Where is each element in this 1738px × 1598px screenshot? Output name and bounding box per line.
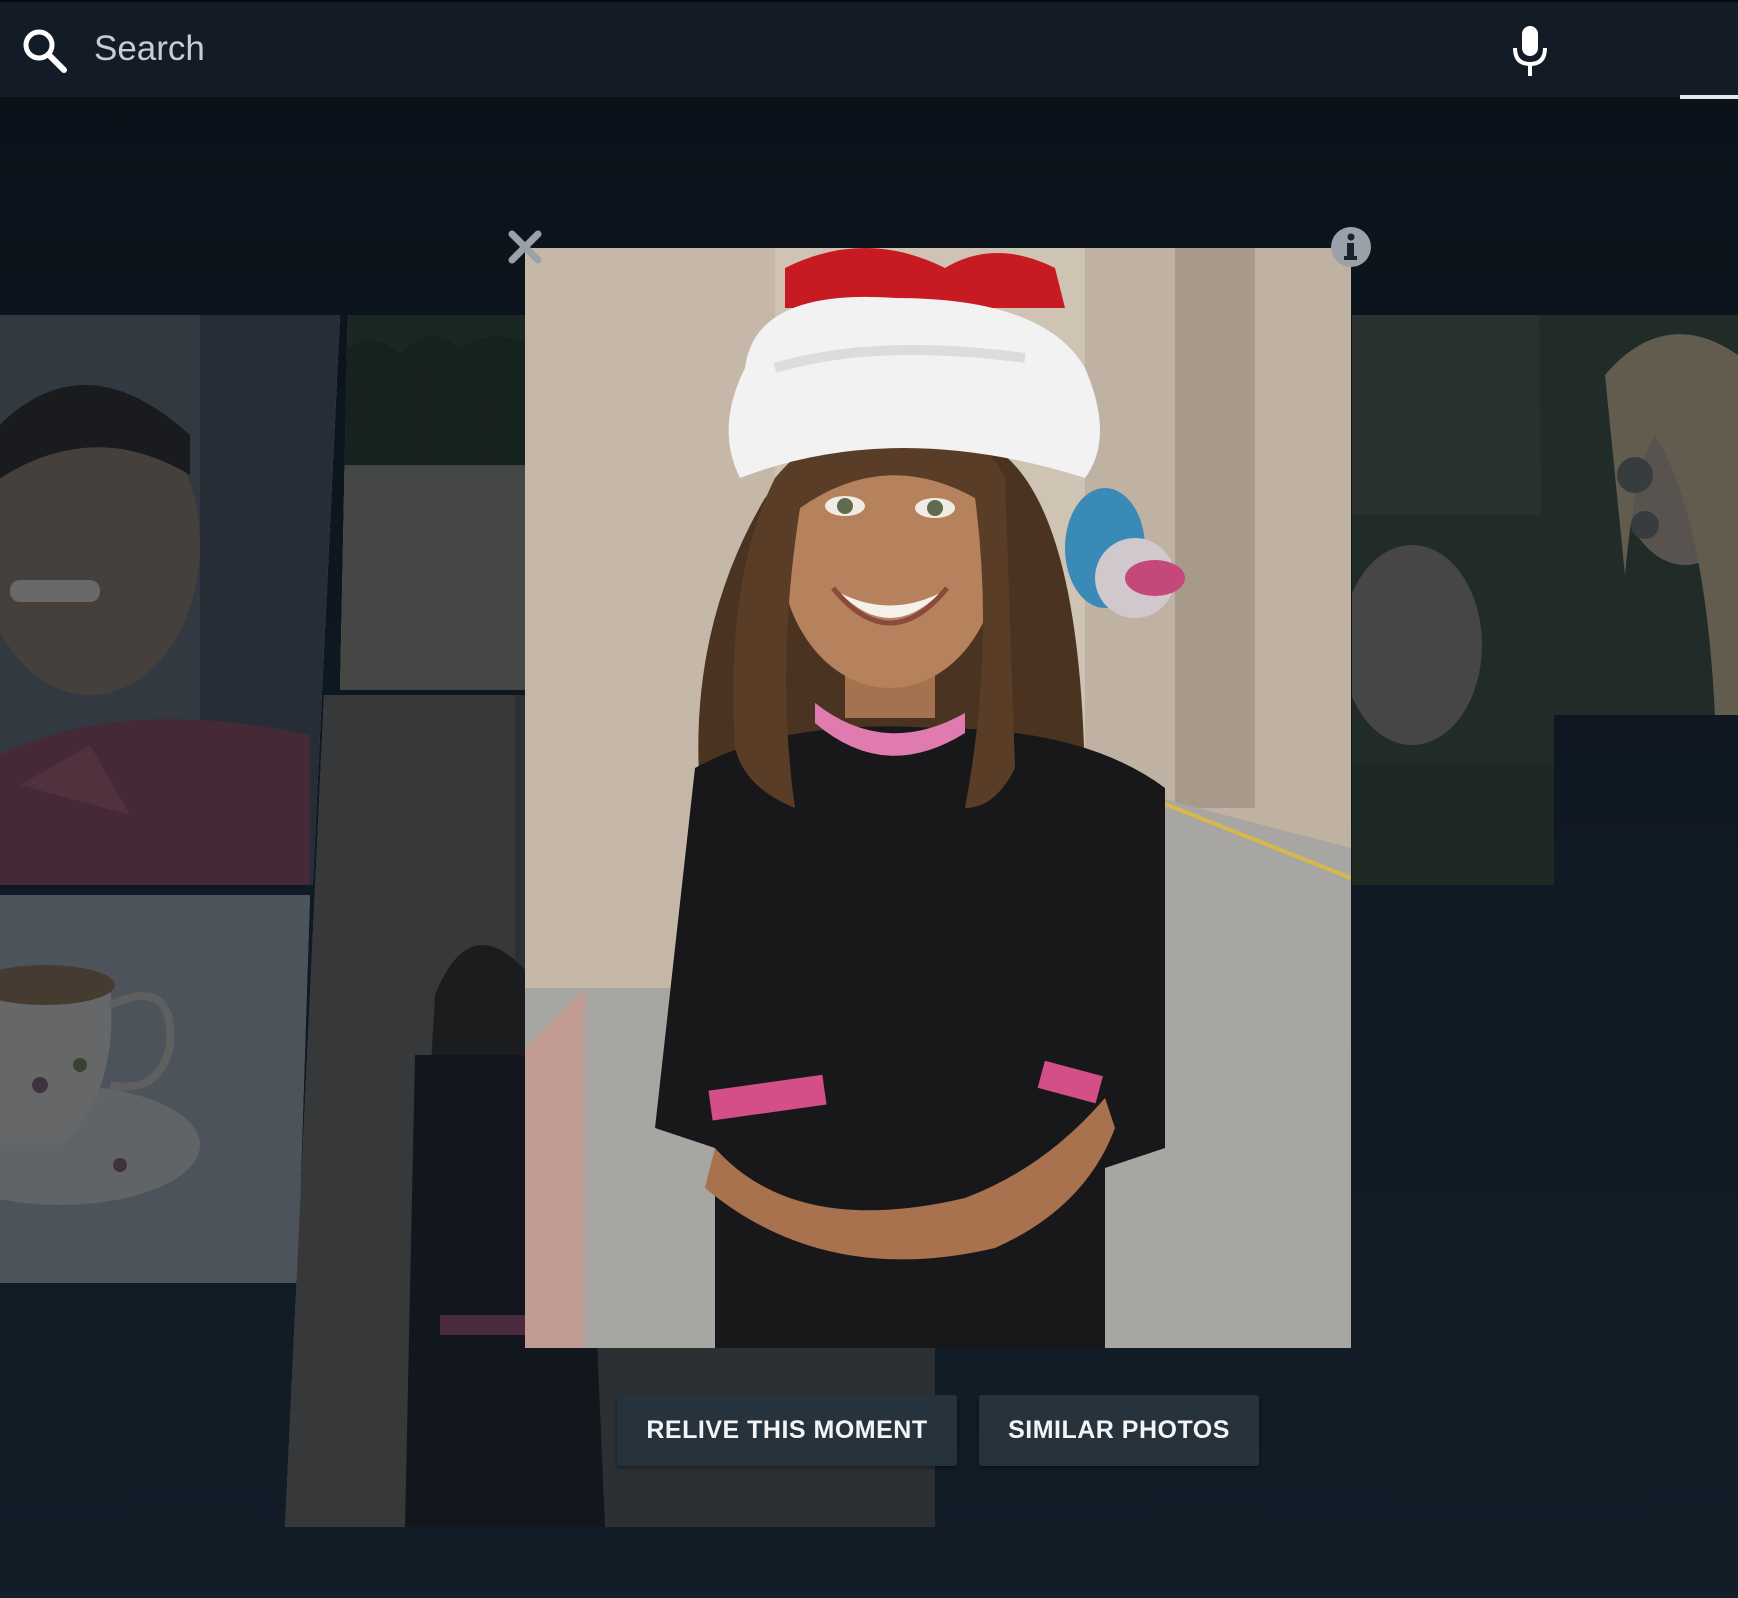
girl-santa-hat-photo <box>525 248 1351 1348</box>
search-bar[interactable]: Search <box>0 0 1738 99</box>
similar-photos-button[interactable]: SIMILAR PHOTOS <box>979 1395 1259 1466</box>
background-photo-lamb[interactable] <box>1352 315 1554 885</box>
photo-viewer-app: Search RELIVE THIS MOMENT SIMILAR PHOTOS <box>0 0 1738 1598</box>
background-photo-man[interactable] <box>0 315 340 885</box>
relive-this-moment-button[interactable]: RELIVE THIS MOMENT <box>617 1395 957 1466</box>
close-icon[interactable] <box>507 229 543 265</box>
background-photo-beach[interactable] <box>340 315 530 690</box>
microphone-icon[interactable] <box>1505 22 1555 80</box>
active-tab-indicator <box>1680 95 1738 99</box>
info-icon[interactable] <box>1329 225 1373 269</box>
background-photo-teacup[interactable] <box>0 895 310 1283</box>
search-icon[interactable] <box>20 26 70 76</box>
search-input[interactable]: Search <box>94 28 205 70</box>
background-photo-woman[interactable] <box>1539 315 1738 715</box>
viewer-photo[interactable] <box>525 248 1351 1348</box>
